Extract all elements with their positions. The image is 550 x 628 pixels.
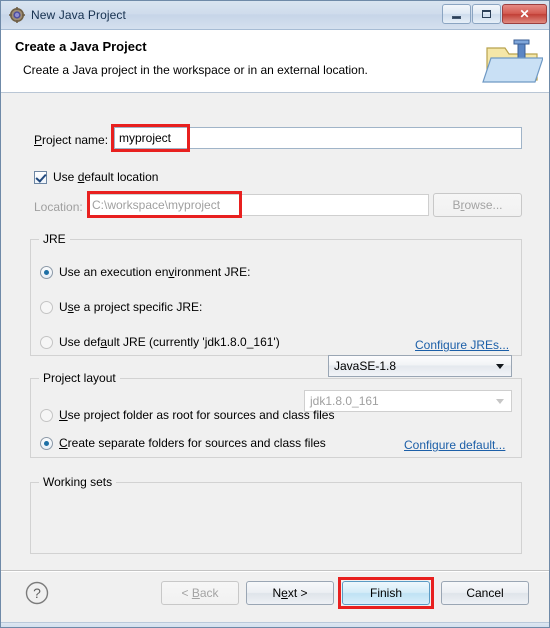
- project-name-label: Project name:: [34, 131, 108, 149]
- layout-opt1-b: reate separate folders for sources and c…: [67, 436, 326, 450]
- execution-environment-combo[interactable]: JavaSE-1.8: [328, 355, 512, 377]
- window-title: New Java Project: [31, 8, 126, 22]
- configure-default-link[interactable]: Configure default...: [404, 438, 505, 452]
- location-label: Location:: [34, 198, 83, 216]
- layout-opt0-b: se project folder as root for sources an…: [67, 408, 335, 422]
- jre-opt2-b: ult JRE (currently 'jdk1.8.0_161'): [107, 335, 280, 349]
- chevron-down-icon: [496, 364, 504, 369]
- java-project-folder-icon: [481, 34, 544, 88]
- finish-button[interactable]: Finish: [342, 581, 430, 605]
- back-label-b: ack: [199, 586, 219, 600]
- jre-group-title: JRE: [39, 232, 70, 246]
- wizard-header: Create a Java Project Create a Java proj…: [1, 30, 549, 93]
- jre-opt1-a: U: [59, 300, 68, 314]
- radio-use-project-specific-jre[interactable]: Use a project specific JRE:: [40, 300, 202, 314]
- back-mnemonic: B: [191, 586, 200, 600]
- project-layout-group-title: Project layout: [39, 371, 120, 385]
- project-name-value: myproject: [119, 131, 172, 145]
- cancel-label: Cancel: [466, 586, 504, 600]
- radio-indicator: [40, 300, 53, 314]
- execution-environment-value: JavaSE-1.8: [334, 359, 397, 373]
- radio-indicator: [40, 265, 53, 279]
- radio-indicator: [40, 335, 53, 349]
- location-input: C:\workspace\myproject: [87, 194, 429, 216]
- browse-label-a: B: [452, 198, 461, 212]
- cancel-button[interactable]: Cancel: [441, 581, 529, 605]
- next-mnemonic: e: [281, 586, 288, 600]
- radio-use-default-jre[interactable]: Use default JRE (currently 'jdk1.8.0_161…: [40, 335, 280, 349]
- maximize-button[interactable]: [472, 4, 501, 24]
- minimize-button[interactable]: [442, 4, 471, 24]
- location-value: C:\workspace\myproject: [92, 198, 221, 212]
- radio-indicator: [40, 408, 53, 422]
- page-description: Create a Java project in the workspace o…: [23, 63, 368, 77]
- radio-use-execution-environment-jre[interactable]: Use an execution environment JRE:: [40, 265, 250, 279]
- project-name-label-text: roject name:: [42, 133, 109, 147]
- radio-create-separate-folders[interactable]: Create separate folders for sources and …: [40, 436, 326, 450]
- java-project-icon: [9, 7, 25, 23]
- close-icon: ✕: [519, 6, 530, 21]
- project-name-input[interactable]: myproject: [114, 127, 522, 149]
- title-bar: New Java Project ✕: [1, 1, 549, 30]
- svg-text:?: ?: [33, 585, 41, 601]
- new-java-project-dialog: New Java Project ✕ Create a Java Project…: [0, 0, 550, 628]
- radio-indicator: [40, 436, 53, 450]
- use-default-location-label-b: efault location: [84, 170, 159, 184]
- working-sets-group: Working sets: [30, 475, 522, 554]
- jre-opt2-a: Use def: [59, 335, 101, 349]
- jre-opt0-a: Use an execution en: [59, 265, 169, 279]
- jre-opt0-b: ironment JRE:: [174, 265, 251, 279]
- browse-button: Browse...: [433, 193, 522, 217]
- checkbox-indicator: [34, 170, 47, 184]
- jre-opt1-b: e a project specific JRE:: [73, 300, 203, 314]
- back-button: < Back: [161, 581, 239, 605]
- use-default-location-label-a: Use: [53, 170, 78, 184]
- window-controls: ✕: [442, 4, 547, 24]
- finish-label: Finish: [369, 586, 402, 600]
- use-default-location-checkbox[interactable]: Use default location: [34, 170, 158, 184]
- page-title: Create a Java Project: [15, 39, 147, 54]
- radio-project-folder-as-root[interactable]: Use project folder as root for sources a…: [40, 408, 334, 422]
- back-label-a: <: [181, 586, 192, 600]
- location-label-text: Location:: [34, 200, 83, 214]
- next-label-a: N: [272, 586, 282, 600]
- next-button[interactable]: Next >: [246, 581, 334, 605]
- configure-jres-link[interactable]: Configure JREs...: [415, 338, 509, 352]
- close-button[interactable]: ✕: [502, 4, 547, 24]
- help-icon[interactable]: ?: [25, 581, 49, 605]
- next-label-b: xt >: [287, 586, 308, 600]
- layout-opt0-mnemonic: U: [59, 408, 68, 422]
- browse-label-b: owse...: [464, 198, 503, 212]
- wizard-body: Project name: myproject Use default loca…: [1, 93, 549, 571]
- layout-opt1-mnemonic: C: [59, 436, 68, 450]
- project-name-mnemonic: P: [34, 133, 43, 147]
- working-sets-group-title: Working sets: [39, 475, 117, 489]
